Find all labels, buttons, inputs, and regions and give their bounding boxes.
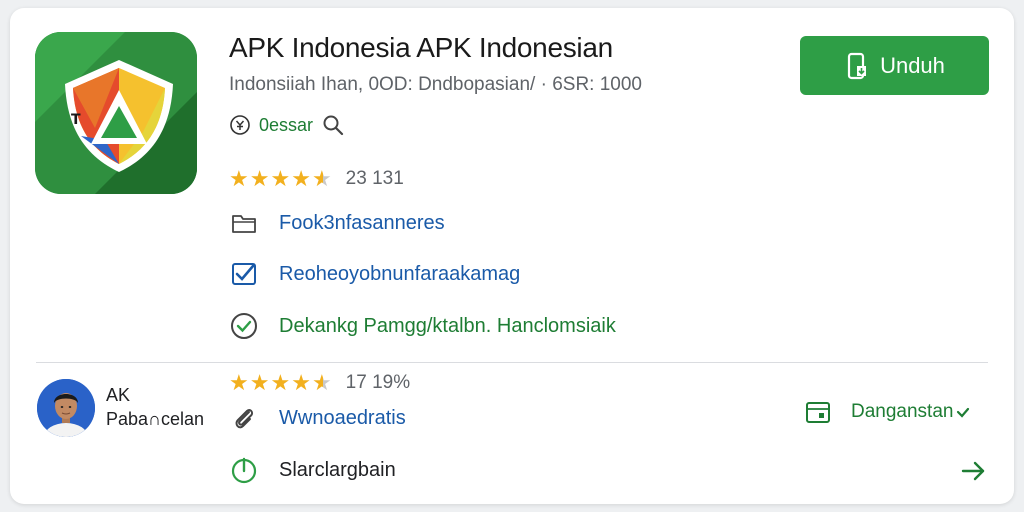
check-circle-icon: [229, 311, 259, 341]
category-link[interactable]: Danganstan: [803, 396, 971, 428]
feature-item[interactable]: Reoheoyobnunfaraakamag: [229, 259, 520, 289]
star-icon: ★: [249, 370, 270, 395]
review-link-row[interactable]: Wwnoaedratis: [229, 403, 406, 433]
app-rating: ★ ★ ★ ★ ★ 23 131: [229, 165, 404, 193]
download-label: Unduh: [880, 52, 945, 78]
checkbox-icon: [229, 259, 259, 289]
forward-arrow-icon[interactable]: [958, 455, 990, 487]
review-status-row[interactable]: Slarclargbain: [229, 455, 396, 485]
feature-item[interactable]: Fook3nfasanneres: [229, 208, 445, 238]
developer-name[interactable]: 0essar: [259, 115, 313, 136]
feature-label[interactable]: Reoheoyobnunfaraakamag: [279, 263, 520, 286]
feature-item[interactable]: Dekankg Pamgg/ktalbn. Hanclomsiaik: [229, 311, 616, 341]
star-icon: ★: [249, 166, 270, 191]
app-logo[interactable]: T: [35, 32, 197, 194]
star-icon: ★: [229, 370, 249, 395]
search-icon[interactable]: [321, 113, 345, 137]
avatar[interactable]: [37, 379, 95, 437]
review-status-label[interactable]: Slarclargbain: [279, 459, 396, 482]
category-label[interactable]: Danganstan: [851, 401, 953, 423]
phone-download-icon: [844, 51, 870, 81]
folder-icon: [229, 208, 259, 238]
rating-count: 23 131: [345, 168, 404, 189]
download-button[interactable]: Unduh: [800, 36, 989, 95]
power-icon: [229, 455, 259, 485]
star-icon: ★: [291, 370, 311, 395]
calendar-icon: [803, 397, 833, 427]
feature-label[interactable]: Dekankg Pamgg/ktalbn. Hanclomsiaik: [279, 315, 616, 338]
star-icon: ★: [229, 166, 249, 191]
star-icon: ★: [270, 370, 291, 395]
half-star-icon: ★: [311, 370, 332, 395]
svg-text:T: T: [71, 112, 81, 128]
review-link-label[interactable]: Wwnoaedratis: [279, 407, 406, 430]
review-rating: ★ ★ ★ ★ ★ 17 19%: [229, 369, 410, 397]
app-title: APK Indonesia APK Indonesian: [229, 32, 613, 63]
app-subtitle: Indonsiiah Ihan, 0OD: Dndbopasian/ · 6SR…: [229, 74, 642, 95]
star-rating: ★ ★ ★ ★ ★: [229, 168, 332, 190]
paperclip-icon: [229, 403, 259, 433]
star-icon: ★: [291, 166, 311, 191]
star-rating: ★ ★ ★ ★ ★: [229, 372, 332, 394]
chevron-down-icon: [955, 404, 971, 420]
review-rating-text: 17 19%: [345, 372, 411, 393]
divider: [36, 362, 988, 363]
feature-label[interactable]: Fook3nfasanneres: [279, 212, 445, 235]
reviewer-name: AK Paba∩celan: [106, 385, 205, 429]
half-star-icon: ★: [311, 166, 332, 191]
currency-circle-icon: [229, 114, 251, 136]
star-icon: ★: [270, 166, 291, 191]
developer-row[interactable]: 0essar: [229, 112, 345, 138]
